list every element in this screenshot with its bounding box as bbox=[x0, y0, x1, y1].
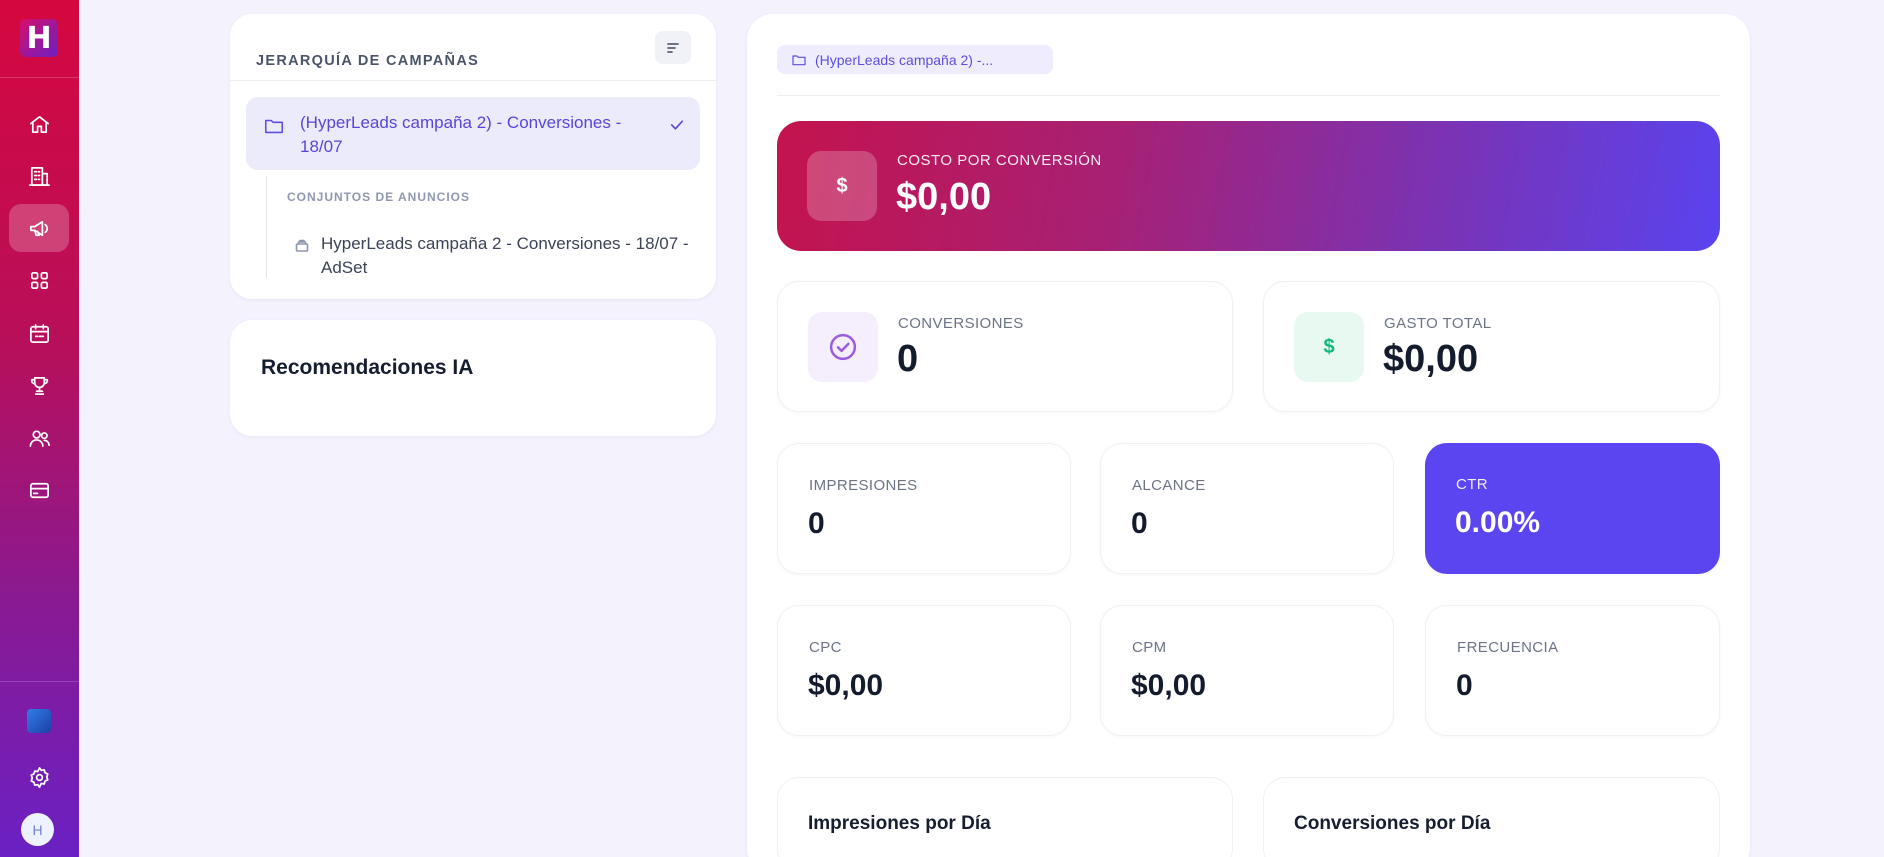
frequency-label: FRECUENCIA bbox=[1457, 639, 1559, 656]
reach-label: ALCANCE bbox=[1132, 477, 1206, 494]
hierarchy-title: JERARQUÍA DE CAMPAÑAS bbox=[256, 53, 480, 69]
reach-value: 0 bbox=[1131, 507, 1148, 540]
campaign-label: (HyperLeads campaña 2) - Conversiones - … bbox=[300, 113, 622, 156]
breadcrumb-label: (HyperLeads campaña 2) -... bbox=[815, 51, 994, 68]
megaphone-icon bbox=[29, 220, 48, 236]
folder-icon bbox=[792, 54, 806, 65]
building-icon bbox=[28, 166, 50, 186]
nav-achievements[interactable] bbox=[9, 361, 69, 409]
ai-recommendations-card: Recomendaciones IA bbox=[230, 320, 716, 436]
ai-recommendations-title: Recomendaciones IA bbox=[261, 356, 474, 379]
cpc-value: $0,00 bbox=[808, 669, 884, 702]
sidebar-divider bbox=[0, 77, 79, 78]
frequency-value: 0 bbox=[1456, 669, 1473, 702]
sidebar: H H bbox=[0, 0, 79, 857]
gear-icon bbox=[29, 766, 49, 788]
total-spend-value: $0,00 bbox=[1383, 338, 1479, 380]
nav-campaigns[interactable] bbox=[9, 204, 69, 252]
cost-per-conversion-value: $0,00 bbox=[896, 176, 992, 218]
nav-companies[interactable] bbox=[9, 152, 69, 200]
sidebar-divider-bottom bbox=[0, 681, 79, 682]
cpm-value: $0,00 bbox=[1131, 669, 1207, 702]
impressions-card: IMPRESIONES 0 bbox=[777, 443, 1071, 574]
conversions-value: 0 bbox=[897, 338, 919, 380]
conversions-label: CONVERSIONES bbox=[898, 315, 1024, 332]
nav-home[interactable] bbox=[9, 100, 69, 148]
cpm-label: CPM bbox=[1132, 639, 1167, 656]
adset-item[interactable]: HyperLeads campaña 2 - Conversiones - 18… bbox=[294, 220, 704, 277]
app-logo[interactable]: H bbox=[20, 19, 58, 57]
layers-icon bbox=[294, 238, 310, 258]
trophy-icon bbox=[30, 376, 48, 395]
campaign-breadcrumb[interactable]: (HyperLeads campaña 2) -... bbox=[777, 45, 1053, 74]
impressions-label: IMPRESIONES bbox=[809, 477, 918, 494]
reach-card: ALCANCE 0 bbox=[1100, 443, 1394, 574]
metrics-panel: (HyperLeads campaña 2) -... $ COSTO POR … bbox=[747, 14, 1750, 857]
nav-calendar[interactable] bbox=[9, 309, 69, 357]
ctr-card: CTR 0.00% bbox=[1425, 443, 1720, 574]
campaign-item-selected[interactable]: (HyperLeads campaña 2) - Conversiones - … bbox=[246, 97, 700, 170]
dollar-icon: $ bbox=[807, 151, 877, 221]
cost-per-conversion-label: COSTO POR CONVERSIÓN bbox=[897, 152, 1102, 169]
nav-apps[interactable] bbox=[9, 256, 69, 304]
users-icon bbox=[29, 429, 50, 447]
total-spend-label: GASTO TOTAL bbox=[1384, 315, 1492, 332]
check-icon bbox=[668, 116, 686, 138]
impressions-value: 0 bbox=[808, 507, 825, 540]
grid-icon bbox=[30, 271, 48, 289]
tree-connector bbox=[266, 176, 267, 278]
ctr-value: 0.00% bbox=[1455, 506, 1541, 539]
nav-settings[interactable] bbox=[9, 753, 69, 801]
credit-card-icon bbox=[29, 482, 49, 498]
conversions-card: CONVERSIONES 0 bbox=[777, 281, 1233, 412]
calendar-icon bbox=[29, 323, 49, 343]
adset-label: HyperLeads campaña 2 - Conversiones - 18… bbox=[321, 234, 689, 277]
panel-divider bbox=[777, 95, 1720, 96]
total-spend-card: $ GASTO TOTAL $0,00 bbox=[1263, 281, 1720, 412]
hierarchy-divider bbox=[230, 80, 716, 81]
user-avatar[interactable]: H bbox=[21, 813, 54, 846]
home-icon bbox=[29, 115, 49, 133]
conversions-by-day-card: Conversiones por Día bbox=[1263, 777, 1720, 857]
cpc-card: CPC $0,00 bbox=[777, 605, 1071, 736]
frequency-card: FRECUENCIA 0 bbox=[1425, 605, 1720, 736]
hierarchy-filter-button[interactable] bbox=[655, 31, 691, 64]
nav-users[interactable] bbox=[9, 414, 69, 462]
folder-icon bbox=[263, 115, 285, 137]
dollar-icon: $ bbox=[1294, 312, 1364, 382]
adsets-header: CONJUNTOS DE ANUNCIOS bbox=[287, 190, 471, 204]
campaign-hierarchy-card: JERARQUÍA DE CAMPAÑAS (HyperLeads campañ… bbox=[230, 14, 716, 299]
connected-app-icon[interactable] bbox=[27, 709, 51, 733]
conversions-by-day-title: Conversiones por Día bbox=[1294, 813, 1491, 834]
check-circle-icon bbox=[808, 312, 878, 382]
cost-per-conversion-card: $ COSTO POR CONVERSIÓN $0,00 bbox=[777, 121, 1720, 251]
impressions-by-day-card: Impresiones por Día bbox=[777, 777, 1233, 857]
cpm-card: CPM $0,00 bbox=[1100, 605, 1394, 736]
impressions-by-day-title: Impresiones por Día bbox=[808, 813, 991, 834]
ctr-label: CTR bbox=[1456, 476, 1489, 493]
cpc-label: CPC bbox=[809, 639, 842, 656]
filter-lines-icon bbox=[667, 42, 679, 53]
nav-billing[interactable] bbox=[9, 466, 69, 514]
